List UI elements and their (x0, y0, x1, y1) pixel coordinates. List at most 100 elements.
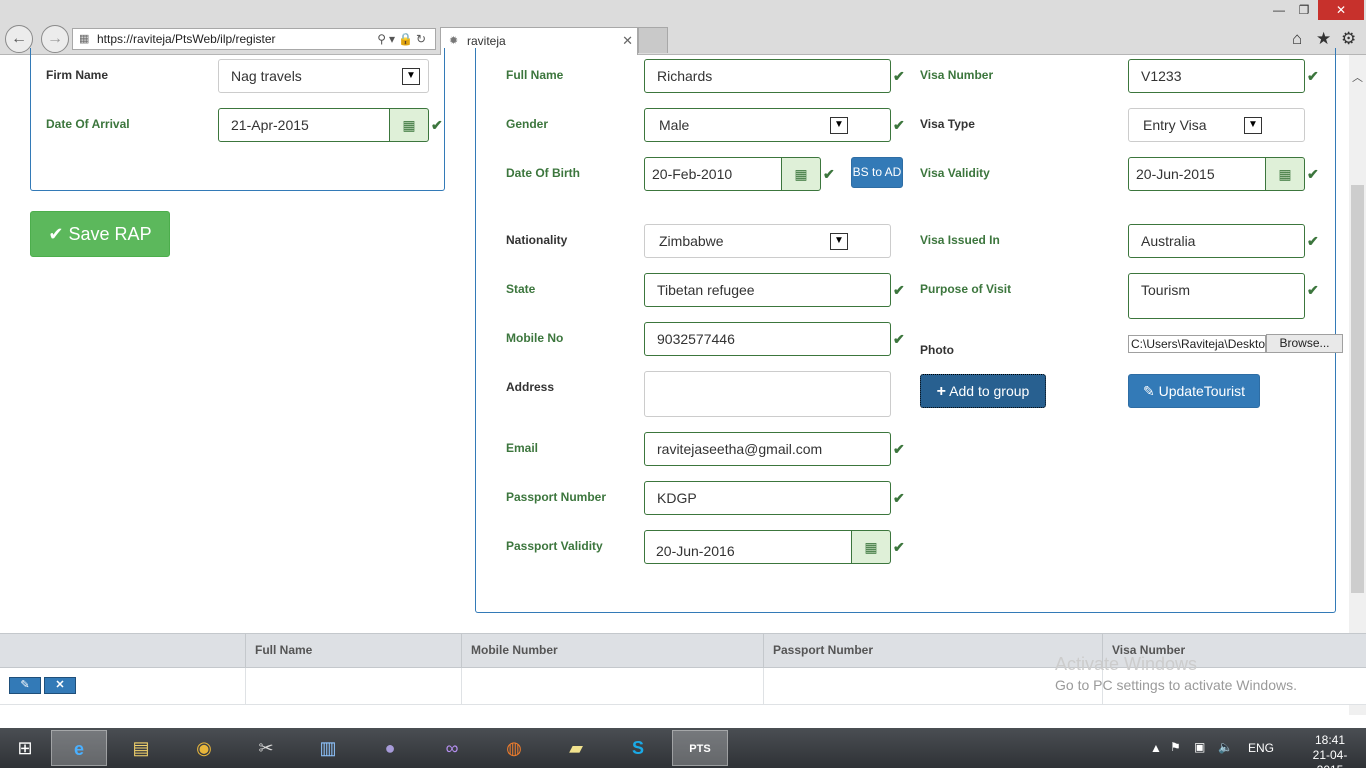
visa-number-input[interactable]: V1233 (1128, 59, 1305, 93)
calendar-icon[interactable]: ▦ (389, 108, 429, 142)
email-input[interactable]: ravitejaseetha@gmail.com (644, 432, 891, 466)
skype-icon[interactable]: S (610, 730, 666, 766)
passport-number-input[interactable]: KDGP (644, 481, 891, 515)
nationality-select[interactable]: Zimbabwe ▼ (644, 224, 891, 258)
visual-studio-icon[interactable]: ∞ (424, 730, 480, 766)
scrollbar-thumb[interactable] (1351, 185, 1364, 593)
edit-row-button[interactable]: ✎ (9, 677, 41, 694)
firm-name-label: Firm Name (46, 68, 109, 82)
gender-select[interactable]: Male ▼ (644, 108, 891, 142)
purpose-value: Tourism (1141, 282, 1191, 298)
address-textarea[interactable] (644, 371, 891, 417)
valid-check-icon: ✔ (1307, 233, 1319, 249)
favorites-star-icon[interactable]: ★ (1316, 29, 1331, 49)
valid-check-icon: ✔ (431, 117, 443, 133)
visa-issued-label: Visa Issued In (920, 233, 1000, 247)
dob-input[interactable]: 20-Feb-2010 (644, 157, 782, 191)
tab-favicon-icon: ✹ (449, 35, 459, 47)
start-windows-icon[interactable]: ⊞ (0, 730, 50, 766)
purpose-textarea[interactable]: Tourism (1128, 273, 1305, 319)
passport-number-value: KDGP (657, 490, 697, 506)
home-icon[interactable]: ⌂ (1292, 29, 1302, 49)
table-cell (763, 668, 1103, 704)
photo-file-path[interactable]: C:\Users\Raviteja\Deskto (1128, 335, 1266, 353)
photo-label: Photo (920, 343, 954, 357)
vertical-scrollbar[interactable]: ︿ ﹀ (1349, 55, 1366, 715)
full-name-input[interactable]: Richards (644, 59, 891, 93)
taskbar-clock[interactable]: 18:41 21-04-2015 (1300, 733, 1360, 778)
firefox-icon[interactable]: ◍ (486, 730, 542, 766)
folder-icon[interactable]: ▰ (548, 730, 604, 766)
column-header-passport-number[interactable]: Passport Number (763, 634, 1103, 667)
chevron-down-icon: ▼ (830, 233, 848, 250)
tab-title: raviteja (467, 34, 506, 48)
state-label: State (506, 282, 536, 296)
delete-row-button[interactable]: ✕ (44, 677, 76, 694)
valid-check-icon: ✔ (1307, 166, 1319, 182)
email-value: ravitejaseetha@gmail.com (657, 441, 823, 457)
firm-name-value: Nag travels (231, 68, 302, 84)
tray-expand-icon[interactable]: ▲ (1150, 741, 1162, 755)
visa-issued-input[interactable]: Australia (1128, 224, 1305, 258)
edit-icon: ✎ (1142, 383, 1155, 399)
email-label: Email (506, 441, 539, 455)
visa-type-label: Visa Type (920, 117, 975, 131)
visa-validity-input[interactable]: 20-Jun-2015 (1128, 157, 1266, 191)
check-icon: ✔ (48, 224, 64, 244)
passport-validity-label: Passport Validity (506, 539, 603, 553)
address-tools-icons[interactable]: ⚲▾🔒↻ (377, 29, 429, 49)
tools-icon[interactable]: ✂ (238, 730, 294, 766)
mobile-input[interactable]: 9032577446 (644, 322, 891, 356)
minimize-button[interactable]: — (1265, 0, 1293, 20)
dob-value: 20-Feb-2010 (652, 166, 733, 182)
state-input[interactable]: Tibetan refugee (644, 273, 891, 307)
eclipse-icon[interactable]: ● (362, 730, 418, 766)
full-name-value: Richards (657, 68, 713, 84)
date-of-arrival-input[interactable]: 21-Apr-2015 (218, 108, 390, 142)
nationality-value: Zimbabwe (659, 233, 724, 249)
add-to-group-button[interactable]: + Add to group (920, 374, 1046, 408)
internet-explorer-icon[interactable]: e (51, 730, 107, 766)
close-window-button[interactable]: ✕ (1318, 0, 1364, 20)
save-rap-button[interactable]: ✔ Save RAP (30, 211, 170, 257)
server-icon[interactable]: ▥ (300, 730, 356, 766)
page-icon: ▦ (79, 33, 90, 45)
update-tourist-button[interactable]: ✎ UpdateTourist (1128, 374, 1260, 408)
column-header-mobile-number[interactable]: Mobile Number (461, 634, 763, 667)
valid-check-icon: ✔ (893, 490, 905, 506)
browser-chrome: ← → ▦ https://raviteja/PtsWeb/ilp/regist… (0, 0, 1366, 55)
save-rap-label: Save RAP (68, 224, 152, 244)
action-center-flag-icon[interactable]: ⚑ (1170, 740, 1181, 754)
file-explorer-icon[interactable]: ▤ (113, 730, 169, 766)
passport-number-label: Passport Number (506, 490, 607, 504)
chrome-icon[interactable]: ◉ (176, 730, 232, 766)
bs-to-ad-button[interactable]: BS to AD (851, 157, 903, 188)
calendar-icon[interactable]: ▦ (851, 530, 891, 564)
gender-label: Gender (506, 117, 549, 131)
pts-app-icon[interactable]: PTS (672, 730, 728, 766)
scroll-up-icon[interactable]: ︿ (1349, 69, 1366, 85)
network-icon[interactable]: ▣ (1194, 740, 1205, 754)
taskbar: ⊞ e ▤ ◉ ✂ ▥ ● ∞ ◍ ▰ S PTS ▲ ⚑ ▣ 🔈 ENG 18… (0, 728, 1366, 777)
column-header-full-name[interactable]: Full Name (245, 634, 461, 667)
add-to-group-label: Add to group (949, 383, 1030, 399)
firm-name-select[interactable]: Nag travels ▼ (218, 59, 429, 93)
language-indicator[interactable]: ENG (1248, 741, 1274, 755)
clock-date: 21-04-2015 (1312, 748, 1348, 777)
settings-gear-icon[interactable]: ⚙ (1341, 29, 1356, 49)
back-button[interactable]: ← (5, 25, 33, 53)
visa-issued-value: Australia (1141, 233, 1196, 249)
calendar-icon[interactable]: ▦ (1265, 157, 1305, 191)
valid-check-icon: ✔ (893, 117, 905, 133)
calendar-icon[interactable]: ▦ (781, 157, 821, 191)
passport-validity-input[interactable]: 20-Jun-2016 (644, 530, 852, 564)
activate-windows-text: Go to PC settings to activate Windows. (1055, 677, 1297, 693)
date-of-arrival-value: 21-Apr-2015 (231, 117, 309, 133)
address-bar[interactable]: ▦ https://raviteja/PtsWeb/ilp/register ⚲… (72, 28, 436, 50)
valid-check-icon: ✔ (893, 441, 905, 457)
browse-button[interactable]: Browse... (1266, 334, 1343, 353)
visa-type-select[interactable]: Entry Visa ▼ (1128, 108, 1305, 142)
volume-icon[interactable]: 🔈 (1218, 740, 1233, 754)
restore-button[interactable]: ❐ (1290, 0, 1318, 20)
visa-number-value: V1233 (1141, 68, 1182, 84)
